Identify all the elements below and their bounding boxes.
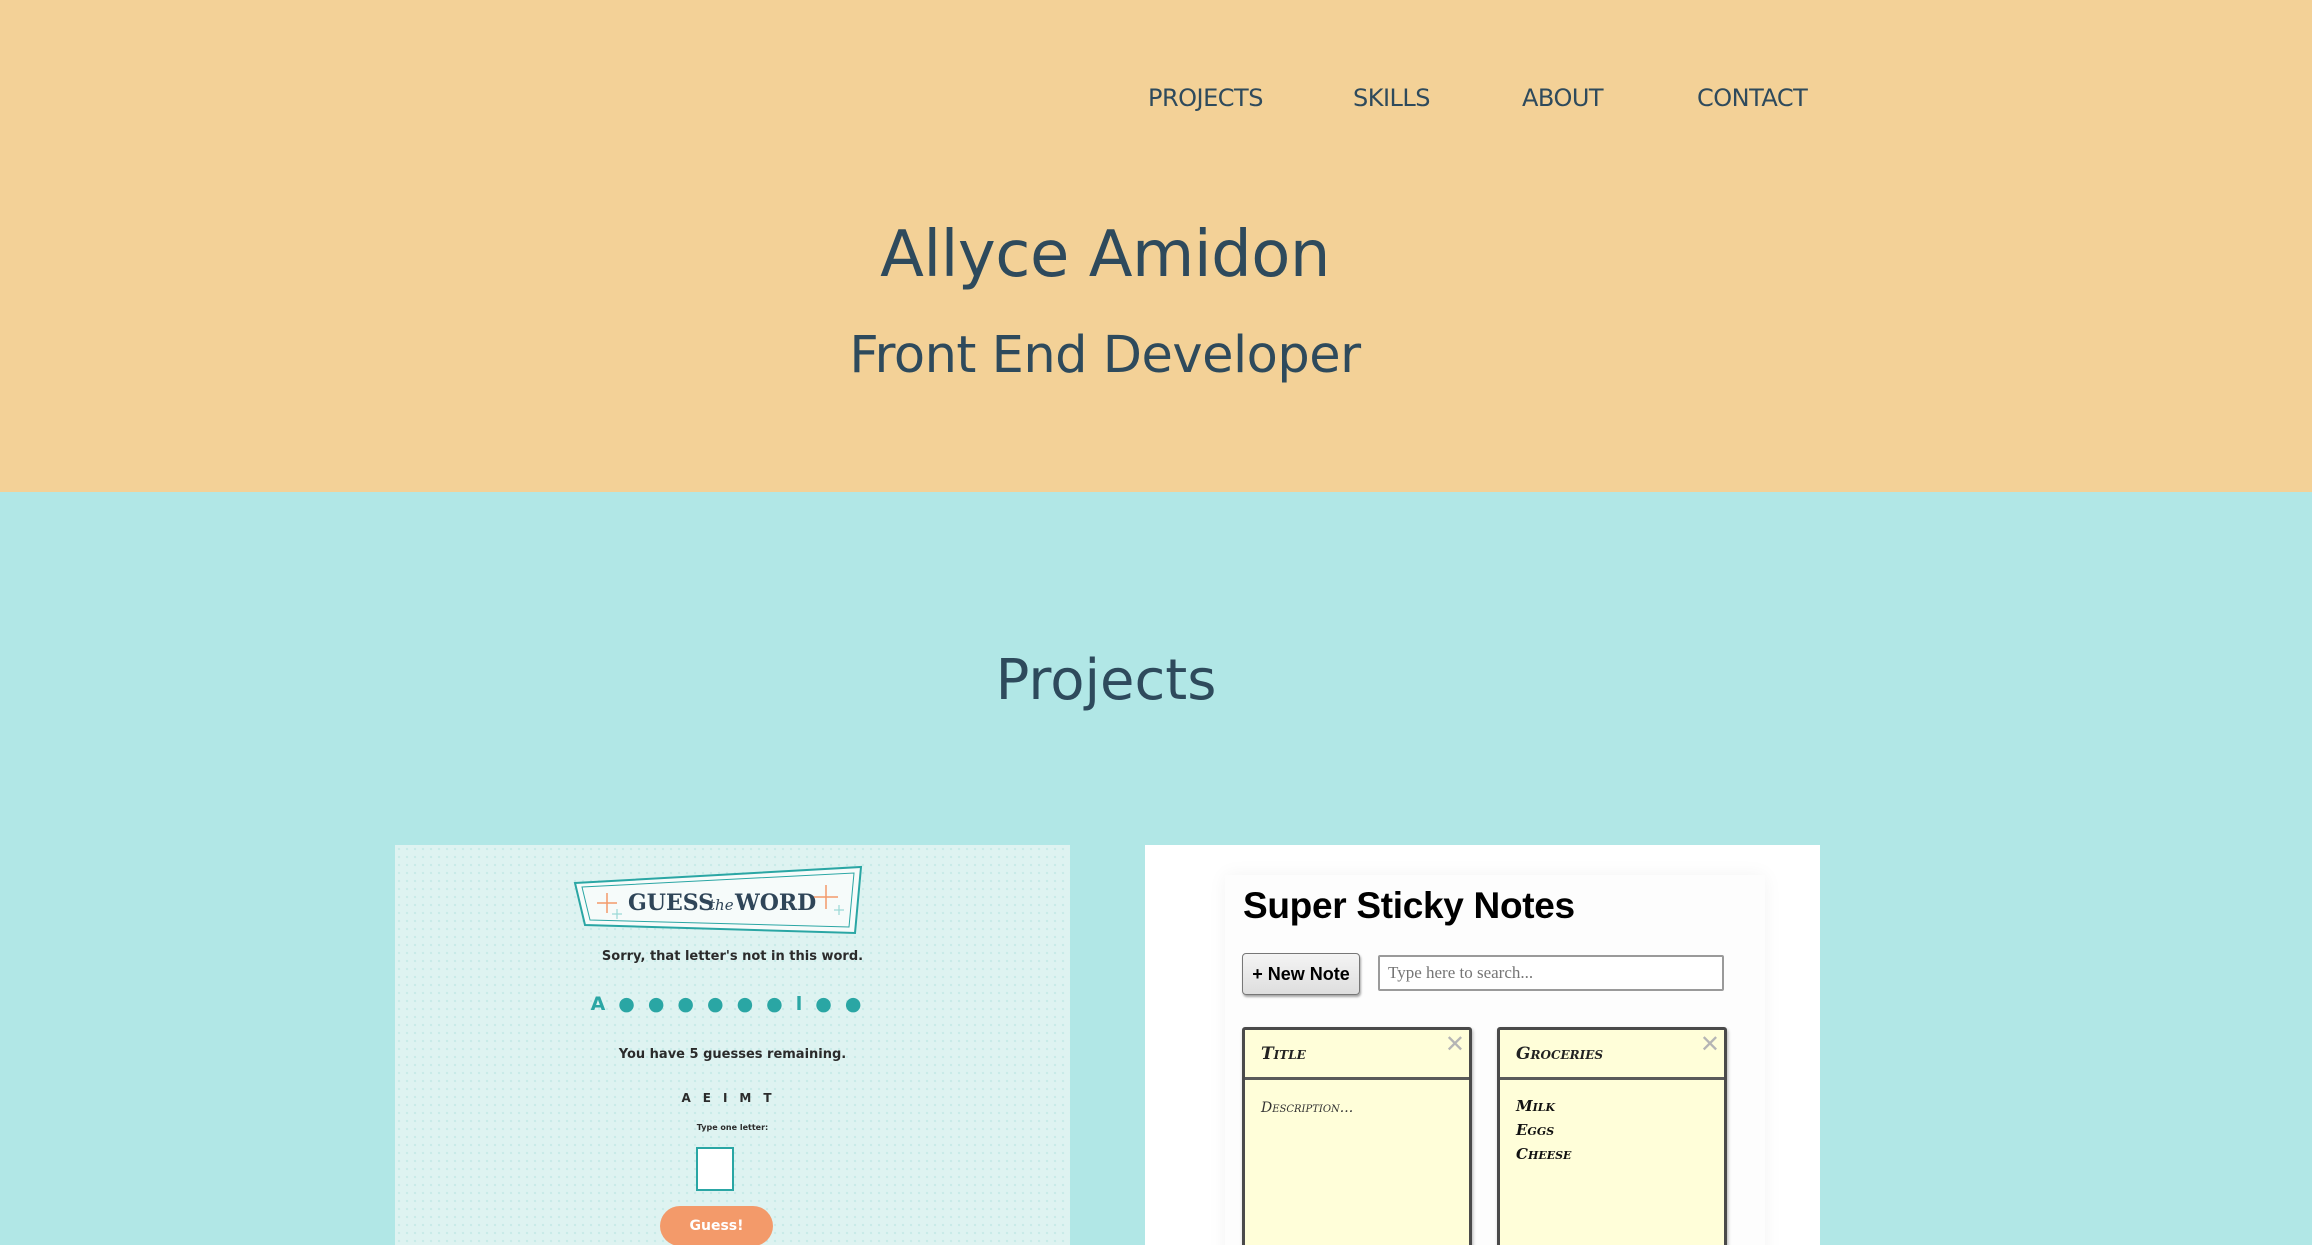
guess-the-word-logo: GUESS the WORD: [573, 865, 863, 935]
hero-title: Front End Developer: [849, 326, 1361, 385]
nav-link-skills[interactable]: SKILLS: [1353, 84, 1431, 112]
logo-word-the: the: [709, 896, 734, 914]
list-item: Cheese: [1516, 1145, 1572, 1163]
sticky-note-title[interactable]: Title: [1261, 1044, 1306, 1064]
main-nav: PROJECTS SKILLS ABOUT CONTACT: [0, 84, 2312, 118]
close-icon[interactable]: ✕: [1445, 1032, 1465, 1056]
nav-link-projects[interactable]: PROJECTS: [1148, 84, 1263, 112]
guess-button[interactable]: Guess!: [660, 1206, 773, 1245]
new-note-button[interactable]: + New Note: [1242, 953, 1360, 995]
guess-message: Sorry, that letter's not in this word.: [601, 949, 864, 964]
word-in-progress: A●●●●●●l●●: [590, 993, 875, 1015]
nav-link-contact[interactable]: CONTACT: [1697, 84, 1808, 112]
sticky-note-description[interactable]: Description...: [1261, 1096, 1461, 1120]
logo-word-word: WORD: [734, 890, 816, 916]
sticky-note[interactable]: Title ✕ Description...: [1242, 1027, 1472, 1245]
logo-word-guess: GUESS: [628, 890, 714, 916]
sticky-note-header: Groceries ✕: [1500, 1030, 1724, 1080]
project-card-guess-the-word[interactable]: GUESS the WORD Sorry, that letter's not …: [395, 845, 1070, 1245]
close-icon[interactable]: ✕: [1700, 1032, 1720, 1056]
list-item: Eggs: [1516, 1121, 1555, 1139]
site-header: PROJECTS SKILLS ABOUT CONTACT Allyce Ami…: [0, 0, 2312, 492]
hero-name: Allyce Amidon: [880, 218, 1330, 292]
sticky-note-description[interactable]: Milk Eggs Cheese: [1516, 1094, 1571, 1166]
sticky-note-title[interactable]: Groceries: [1516, 1044, 1603, 1064]
nav-link-about[interactable]: ABOUT: [1522, 84, 1604, 112]
sticky-notes-title: Super Sticky Notes: [1243, 885, 1575, 926]
project-card-sticky-notes[interactable]: Super Sticky Notes + New Note Title ✕ De…: [1145, 845, 1820, 1245]
note-search-input[interactable]: [1378, 955, 1724, 991]
sticky-note-header: Title ✕: [1245, 1030, 1469, 1080]
list-item: Milk: [1516, 1097, 1556, 1115]
letter-input-label: Type one letter:: [696, 1123, 769, 1132]
sticky-note[interactable]: Groceries ✕ Milk Eggs Cheese: [1497, 1027, 1727, 1245]
guessed-letters: AEIMT: [681, 1091, 784, 1105]
letter-input[interactable]: [696, 1147, 734, 1191]
projects-heading: Projects: [995, 648, 1217, 713]
guesses-remaining: You have 5 guesses remaining.: [618, 1047, 847, 1062]
